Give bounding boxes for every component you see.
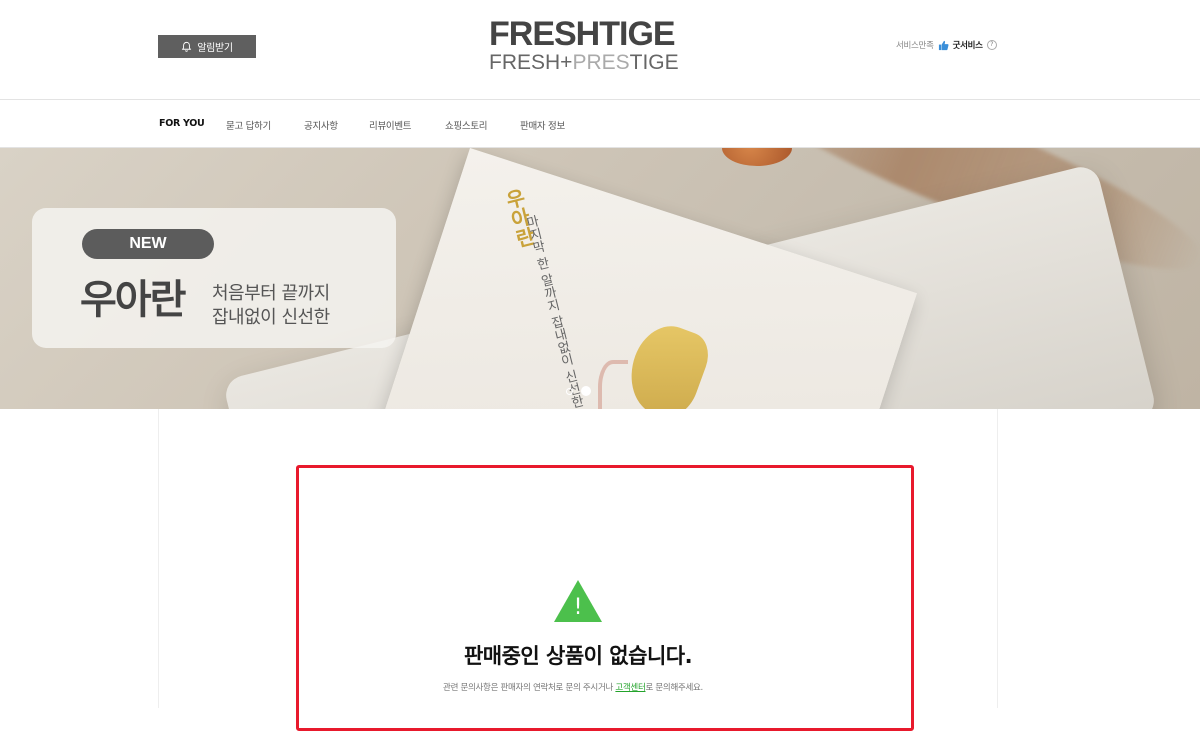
service-grade: 굿서비스 <box>952 41 983 51</box>
brush-stroke-decoration <box>598 360 628 409</box>
tab-qna[interactable]: 묻고 답하기 <box>226 118 271 132</box>
empty-desc-prefix: 관련 문의사항은 판매자의 연락처로 문의 주시거나 <box>443 683 616 693</box>
empty-desc-suffix: 로 문의해주세요. <box>645 683 703 693</box>
service-grade-badge: 서비스만족 굿서비스 ? <box>896 39 997 51</box>
logo-sub-b: PRES <box>572 51 630 74</box>
thumbs-up-icon <box>938 40 949 50</box>
promo-title: 우아란 <box>80 276 186 323</box>
tab-shopping-story[interactable]: 쇼핑스토리 <box>445 118 488 132</box>
logo-sub-a: FRESH+ <box>489 51 573 74</box>
logo[interactable]: FRESHTIGE FRESH+PRESTIGE <box>489 15 679 74</box>
promo-description: 처음부터 끝까지 잡내없이 신선한 <box>212 282 330 330</box>
tab-for-you[interactable]: FOR YOU <box>159 118 205 129</box>
carousel-dot-active[interactable] <box>581 386 591 396</box>
warning-icon: ! <box>554 580 602 622</box>
bell-icon <box>181 41 192 52</box>
promo-banner[interactable]: 우아란 마지막 한 알까지 잡내없이 신선한 NEW 우아란 처음부터 끝까지 … <box>0 148 1200 409</box>
new-badge: NEW <box>82 229 214 259</box>
tab-notice[interactable]: 공지사항 <box>304 118 338 132</box>
carousel-dots <box>566 386 591 396</box>
logo-sub: FRESH+PRESTIGE <box>489 51 679 74</box>
empty-state-title: 판매중인 상품이 없습니다. <box>463 644 693 668</box>
warning-glyph: ! <box>574 595 583 620</box>
tab-review-event[interactable]: 리뷰이벤트 <box>369 118 412 132</box>
alarm-label: 알림받기 <box>197 43 233 54</box>
empty-state-description: 관련 문의사항은 판매자의 연락처로 문의 주시거나 고객센터로 문의해주세요. <box>0 681 1146 693</box>
promo-text-box: NEW 우아란 처음부터 끝까지 잡내없이 신선한 <box>32 208 396 348</box>
store-nav: FOR YOU 묻고 답하기 공지사항 리뷰이벤트 쇼핑스토리 판매자 정보 <box>0 100 1200 147</box>
service-label: 서비스만족 <box>896 41 934 51</box>
promo-desc-line2: 잡내없이 신선한 <box>212 307 330 328</box>
carousel-dot[interactable] <box>566 387 573 395</box>
logo-sub-c: TIGE <box>629 51 679 74</box>
logo-main: FRESHTIGE <box>489 15 676 53</box>
header: 알림받기 FRESHTIGE FRESH+PRESTIGE 서비스만족 굿서비스… <box>0 0 1200 99</box>
help-icon[interactable]: ? <box>986 40 997 50</box>
tab-seller-info[interactable]: 판매자 정보 <box>520 118 565 132</box>
alarm-button[interactable]: 알림받기 <box>158 35 256 58</box>
customer-center-link[interactable]: 고객센터 <box>615 683 645 693</box>
egg-decoration <box>722 148 792 166</box>
promo-desc-line1: 처음부터 끝까지 <box>212 283 330 304</box>
